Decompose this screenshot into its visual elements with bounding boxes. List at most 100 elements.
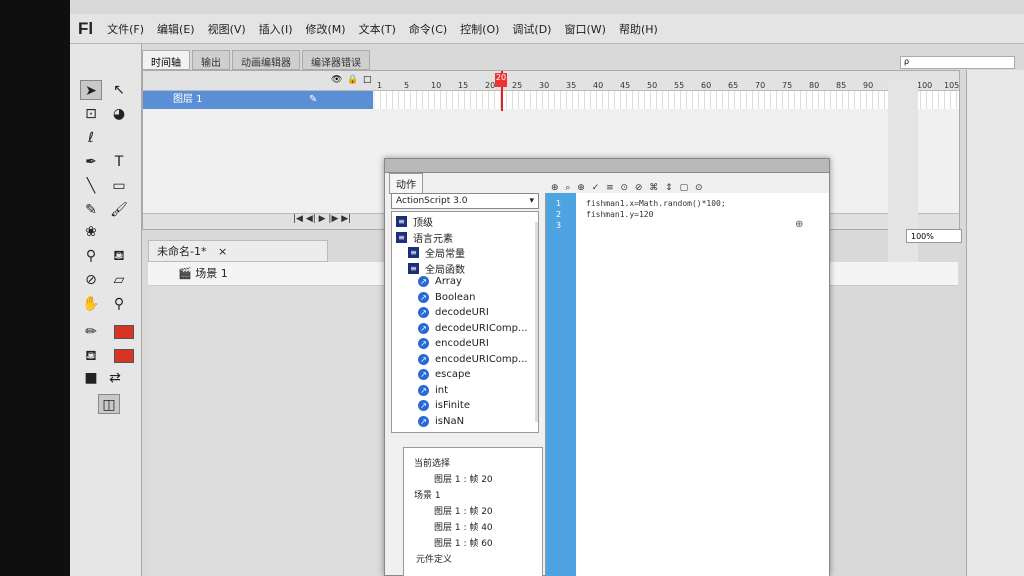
fill-color-swatch[interactable] <box>114 349 134 363</box>
playhead-frame[interactable]: 20 <box>495 73 507 87</box>
menu-help[interactable]: 帮助(H) <box>619 21 658 37</box>
close-icon[interactable]: × <box>218 245 227 258</box>
magnifier-icon[interactable]: ⊕ <box>795 219 803 230</box>
navigator-item[interactable]: 当前选择 <box>414 456 450 469</box>
selection-tool-icon[interactable]: ➤ <box>80 80 102 100</box>
tree-item[interactable]: ↗ Boolean <box>418 291 476 303</box>
tree-item[interactable]: ↗ decodeURI <box>418 307 489 318</box>
menu-control[interactable]: 控制(O) <box>460 21 499 37</box>
tree-item[interactable]: ≡ 全局常量 <box>408 245 465 260</box>
tree-item[interactable]: ↗ isNaN <box>418 415 464 427</box>
ruler-tick-label: 70 <box>755 81 766 90</box>
navigator-item[interactable]: 图层 1 : 帧 20 <box>434 472 493 485</box>
navigator-item[interactable]: 元件定义 <box>416 552 452 565</box>
outline-icon[interactable]: □ <box>363 75 372 85</box>
default-colors-icon[interactable]: ■ <box>80 368 102 388</box>
tree-item[interactable]: ↗ encodeURI <box>418 338 489 349</box>
function-icon: ↗ <box>418 307 429 318</box>
ruler-tick-label: 65 <box>728 81 739 90</box>
ruler-tick-label: 15 <box>458 81 469 90</box>
tree-item-label: 全局常量 <box>425 249 465 260</box>
flash-window: Fl 文件(F) 编辑(E) 视图(V) 插入(I) 修改(M) 文本(T) 命… <box>70 0 1024 576</box>
eyedropper-tool-icon[interactable]: ⊘ <box>80 270 102 290</box>
code-line[interactable]: fishman1.y=120 <box>586 210 653 219</box>
eraser-tool-icon[interactable]: ▱ <box>108 270 130 290</box>
swap-colors-icon[interactable]: ⇄ <box>104 368 126 388</box>
tree-item[interactable]: ↗ int <box>418 384 448 396</box>
zoom-select[interactable]: 100% <box>906 229 962 243</box>
ruler-tick-label: 20 <box>485 81 496 90</box>
tree-item[interactable]: ≡ 顶级 <box>396 214 433 229</box>
tab-compiler-errors[interactable]: 编译器错误 <box>302 50 370 70</box>
navigator-item[interactable]: 图层 1 : 帧 60 <box>434 536 493 549</box>
tree-item[interactable]: ≡ 语言元素 <box>396 230 453 245</box>
tree-item-label: 语言元素 <box>413 233 453 245</box>
actions-titlebar[interactable] <box>385 159 829 173</box>
menu-modify[interactable]: 修改(M) <box>306 21 346 37</box>
menu-debug[interactable]: 调试(D) <box>512 21 551 37</box>
zoom-tool-icon[interactable]: ⚲ <box>108 294 130 314</box>
tree-item[interactable]: ↗ isFinite <box>418 400 470 411</box>
document-tab[interactable]: 未命名-1* × <box>148 240 328 262</box>
layer-row[interactable]: 图层 1 ✎ <box>143 91 373 109</box>
line-tool-icon[interactable]: ╲ <box>80 176 102 196</box>
brush-tool-icon[interactable]: 🖌 <box>108 200 130 220</box>
deco-tool-icon[interactable]: ❀ <box>80 222 102 242</box>
lasso-tool-icon[interactable]: ℓ <box>80 128 102 148</box>
tree-item-label: escape <box>435 369 471 380</box>
rectangle-tool-icon[interactable]: ▭ <box>108 176 130 196</box>
menu-edit[interactable]: 编辑(E) <box>157 21 195 37</box>
3d-rotation-tool-icon[interactable]: ◕ <box>108 104 130 124</box>
menu-file[interactable]: 文件(F) <box>107 21 144 37</box>
scene-label[interactable]: 场景 1 <box>195 267 228 280</box>
menu-window[interactable]: 窗口(W) <box>564 21 605 37</box>
tree-item[interactable]: ↗ decodeURIComp... <box>418 322 528 334</box>
function-icon: ↗ <box>418 322 429 334</box>
tree-item-label: encodeURIComp... <box>435 353 528 365</box>
navigator-item[interactable]: 图层 1 : 帧 20 <box>434 504 493 517</box>
monitor-bezel-left <box>0 0 70 576</box>
script-pane[interactable]: 1 2 3 ⊕ fishman1.x=Math.random()*100; fishm… <box>545 193 829 576</box>
stroke-color-swatch[interactable] <box>114 325 134 339</box>
tree-item[interactable]: ↗ encodeURIComp... <box>418 353 528 365</box>
object-drawing-icon[interactable]: ◫ <box>98 394 120 414</box>
actionscript-version-select[interactable]: ActionScript 3.0 ▾ <box>391 193 539 209</box>
book-icon: ≡ <box>396 231 407 243</box>
eye-icon[interactable]: 👁 <box>331 75 342 85</box>
tree-item[interactable]: ↗ escape <box>418 369 471 380</box>
menu-commands[interactable]: 命令(C) <box>409 21 447 37</box>
lock-icon[interactable]: 🔒 <box>347 75 358 85</box>
pencil-tool-icon[interactable]: ✎ <box>80 200 102 220</box>
navigator-item[interactable]: 场景 1 <box>414 488 441 501</box>
actions-tab[interactable]: 动作 <box>389 173 423 194</box>
code-line[interactable]: fishman1.x=Math.random()*100; <box>586 199 726 208</box>
ruler-tick-label: 90 <box>863 81 874 90</box>
help-search-input[interactable]: ρ <box>900 56 1015 69</box>
text-tool-icon[interactable]: T <box>108 152 130 172</box>
navigator-item[interactable]: 图层 1 : 帧 40 <box>434 520 493 533</box>
tree-item[interactable]: ≡ 全局函数 <box>408 261 465 276</box>
tree-scrollbar[interactable] <box>535 222 538 422</box>
pen-tool-icon[interactable]: ✒ <box>80 152 102 172</box>
version-label: ActionScript 3.0 <box>396 196 468 206</box>
layer-name: 图层 1 <box>173 94 203 105</box>
bone-tool-icon[interactable]: ⚲ <box>80 246 102 266</box>
tab-output[interactable]: 输出 <box>192 50 230 70</box>
ruler-tick-label: 45 <box>620 81 631 90</box>
app-logo: Fl <box>78 18 94 38</box>
frame-strip[interactable] <box>375 91 959 109</box>
book-icon: ≡ <box>408 247 419 258</box>
menu-insert[interactable]: 插入(I) <box>259 21 293 37</box>
subselection-tool-icon[interactable]: ↖ <box>108 80 130 100</box>
book-icon: ≡ <box>396 216 407 227</box>
menu-text[interactable]: 文本(T) <box>359 21 396 37</box>
tree-item[interactable]: ↗ Array <box>418 276 462 287</box>
hand-tool-icon[interactable]: ✋ <box>80 294 102 314</box>
document-tab-label: 未命名-1* <box>157 245 207 258</box>
paint-bucket-tool-icon[interactable]: ⛾ <box>108 246 130 266</box>
tab-timeline[interactable]: 时间轴 <box>142 50 190 70</box>
tab-motion-editor[interactable]: 动画编辑器 <box>232 50 300 70</box>
menu-view[interactable]: 视图(V) <box>208 21 246 37</box>
free-transform-tool-icon[interactable]: ⊡ <box>80 104 102 124</box>
timeline-ruler: 👁 🔒 □ 1 5 10 15 20 25 30 35 40 45 50 55 60 65 70 75 80 85… <box>143 71 959 91</box>
